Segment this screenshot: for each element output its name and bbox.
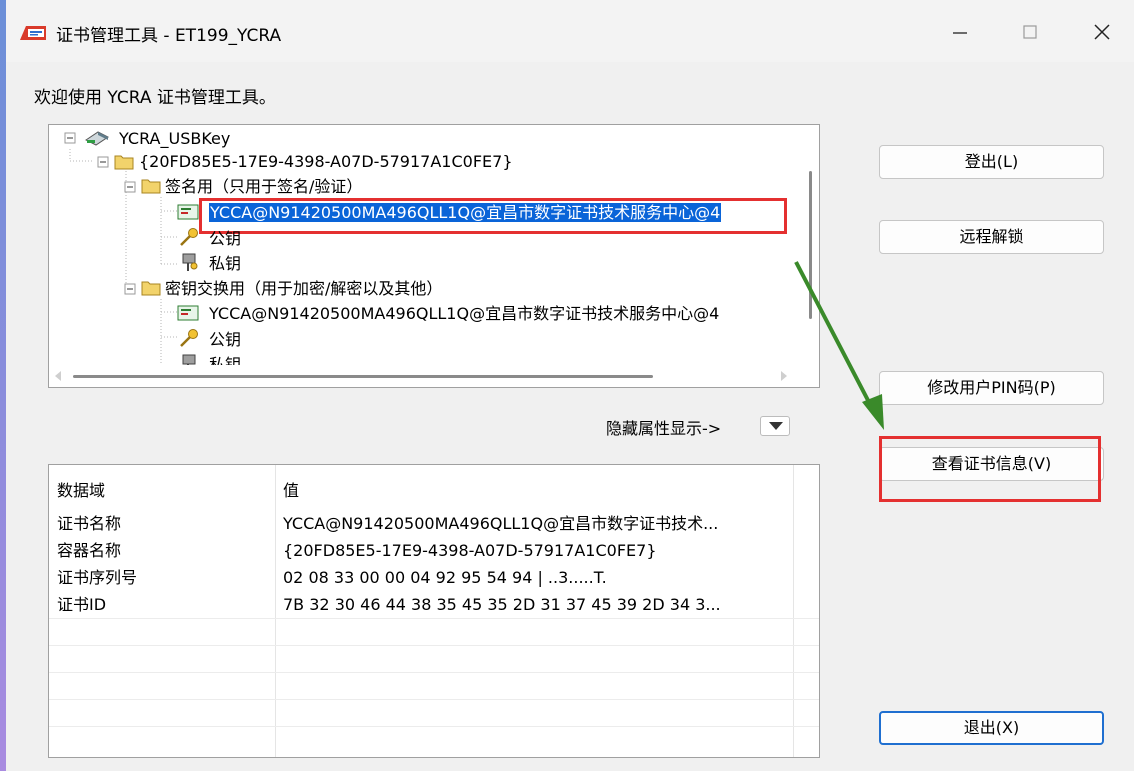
tree-vertical-scrollbar[interactable] — [801, 125, 819, 365]
key-icon — [180, 228, 198, 246]
minimize-button[interactable] — [940, 14, 980, 50]
tree-node-exchange-cert[interactable]: YCCA@N91420500MA496QLL1Q@宜昌市数字证书技术服务中心@4 — [209, 303, 719, 325]
vertical-scroll-thumb[interactable] — [809, 171, 812, 319]
empty-row-line — [49, 645, 819, 646]
triangle-down-icon — [769, 422, 783, 430]
certificate-tree[interactable]: YCRA_USBKey {20FD85E5-17E9-4398-A07D-579… — [48, 124, 820, 388]
tree-node-sign-folder[interactable]: 签名用（只用于签名/验证） — [165, 176, 362, 198]
maximize-button[interactable] — [1010, 14, 1050, 50]
close-button[interactable] — [1082, 14, 1122, 50]
table-cell-field: 证书ID — [57, 595, 107, 614]
private-key-icon — [182, 253, 198, 271]
table-cell-value: YCCA@N91420500MA496QLL1Q@宜昌市数字证书技术... — [283, 514, 719, 533]
folder-icon — [141, 179, 161, 194]
tree-node-sign-private-key[interactable]: 私钥 — [209, 253, 241, 275]
title-bar: 证书管理工具 - ET199_YCRA — [6, 0, 1134, 62]
empty-row-line — [49, 672, 819, 673]
table-cell-value: 02 08 33 00 00 04 92 95 54 94 | ..3.....… — [283, 568, 607, 587]
certificate-app-icon — [20, 26, 46, 40]
empty-row-line — [49, 726, 819, 727]
highlight-box-view-cert — [879, 436, 1101, 502]
logout-button[interactable]: 登出(L) — [879, 145, 1104, 179]
tree-horizontal-scrollbar[interactable] — [49, 365, 819, 387]
table-cell-field: 证书序列号 — [57, 568, 138, 587]
table-cell-value: 7B 32 30 46 44 38 35 45 35 2D 31 37 45 3… — [283, 595, 721, 614]
exit-button[interactable]: 退出(X) — [879, 711, 1104, 745]
horizontal-scroll-thumb[interactable] — [73, 375, 653, 378]
highlight-box-cert — [199, 198, 787, 234]
column-header-field[interactable]: 数据域 — [57, 477, 105, 504]
empty-row-line — [49, 618, 819, 619]
window-title: 证书管理工具 - ET199_YCRA — [56, 26, 282, 46]
window-edge — [0, 0, 6, 771]
folder-icon — [141, 281, 161, 296]
table-cell-field: 容器名称 — [57, 541, 122, 560]
attr-toggle-label: 隐藏属性显示-> — [606, 419, 722, 438]
properties-table[interactable]: 数据域 值 证书名称 YCCA@N91420500MA496QLL1Q@宜昌市数… — [48, 464, 820, 758]
scroll-left-arrow-icon[interactable] — [53, 370, 63, 382]
table-row[interactable]: 证书序列号 02 08 33 00 00 04 92 95 54 94 | ..… — [49, 564, 819, 591]
tree-node-exchange-public-key[interactable]: 公钥 — [209, 329, 241, 351]
folder-icon — [114, 155, 134, 170]
tree-node-container[interactable]: {20FD85E5-17E9-4398-A07D-57917A1C0FE7} — [139, 151, 513, 173]
table-row[interactable]: 证书ID 7B 32 30 46 44 38 35 45 35 2D 31 37… — [49, 591, 819, 618]
empty-row-line — [49, 699, 819, 700]
table-header-row: 数据域 值 — [49, 477, 819, 504]
table-row[interactable]: 容器名称 {20FD85E5-17E9-4398-A07D-57917A1C0F… — [49, 537, 819, 564]
table-cell-field: 证书名称 — [57, 514, 122, 533]
tree-node-exchange-folder[interactable]: 密钥交换用（用于加密/解密以及其他） — [165, 278, 442, 300]
key-icon — [180, 329, 198, 347]
welcome-text: 欢迎使用 YCRA 证书管理工具。 — [34, 88, 276, 108]
certificate-icon — [177, 305, 199, 321]
app-window: 证书管理工具 - ET199_YCRA 欢迎使用 YCRA 证书管理工具。 YC… — [0, 0, 1134, 771]
table-row[interactable]: 证书名称 YCCA@N91420500MA496QLL1Q@宜昌市数字证书技术.… — [49, 510, 819, 537]
attr-toggle-button[interactable] — [760, 416, 790, 436]
certificate-icon — [177, 204, 199, 220]
table-cell-value: {20FD85E5-17E9-4398-A07D-57917A1C0FE7} — [283, 541, 657, 560]
change-pin-button[interactable]: 修改用户PIN码(P) — [879, 371, 1104, 405]
column-header-value[interactable]: 值 — [283, 477, 803, 504]
remote-unlock-button[interactable]: 远程解锁 — [879, 220, 1104, 254]
scroll-right-arrow-icon[interactable] — [779, 370, 789, 382]
tree-node-root[interactable]: YCRA_USBKey — [119, 128, 230, 150]
usb-key-icon — [85, 131, 109, 146]
tree-node-sign-public-key[interactable]: 公钥 — [209, 228, 241, 250]
